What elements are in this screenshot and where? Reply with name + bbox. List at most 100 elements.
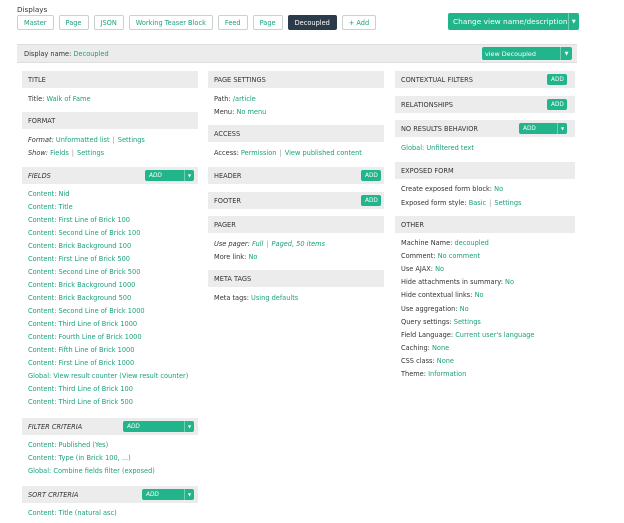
- field-item[interactable]: Content: First Line of Brick 1000: [28, 359, 134, 367]
- other-setting-value[interactable]: No: [435, 265, 444, 273]
- filter-item[interactable]: Global: Combine fields filter (exposed): [28, 467, 155, 475]
- filter-item[interactable]: Content: Published (Yes): [28, 441, 108, 449]
- other-setting-value[interactable]: Information: [428, 370, 466, 378]
- field-item[interactable]: Content: Brick Background 1000: [28, 281, 135, 289]
- chevron-down-icon[interactable]: ▼: [557, 123, 567, 134]
- chevron-down-icon[interactable]: ▼: [567, 13, 579, 30]
- contextual-filters-header: CONTEXTUAL FILTERS Add: [395, 71, 575, 88]
- sort-item[interactable]: Content: Title (natural asc): [28, 509, 117, 517]
- contextual-add-button[interactable]: Add: [547, 74, 567, 85]
- title-row: Title: Walk of Fame: [28, 95, 91, 103]
- chevron-down-icon[interactable]: ▼: [184, 489, 194, 500]
- exposed-style-value[interactable]: Basic: [469, 199, 486, 207]
- field-item[interactable]: Content: Second Line of Brick 100: [28, 229, 140, 237]
- page-settings-header: PAGE SETTINGS: [208, 71, 384, 88]
- field-item[interactable]: Content: First Line of Brick 100: [28, 216, 130, 224]
- tab-page[interactable]: Page: [58, 15, 89, 30]
- title-section-header: TITLE: [22, 71, 198, 88]
- other-setting-value[interactable]: No comment: [438, 252, 480, 260]
- tab-page-2[interactable]: Page: [252, 15, 283, 30]
- other-setting-label: Field Language:: [401, 330, 454, 339]
- fields-add-button[interactable]: Add ▼: [145, 170, 194, 181]
- tab-json[interactable]: JSON: [93, 15, 124, 30]
- display-name-value[interactable]: Decoupled: [73, 50, 108, 58]
- field-item[interactable]: Content: Brick Background 100: [28, 242, 131, 250]
- change-view-name-label: Change view name/description: [453, 17, 568, 26]
- field-item[interactable]: Content: Second Line of Brick 500: [28, 268, 140, 276]
- other-setting-row: Query settings: Settings: [401, 318, 481, 326]
- tab-decoupled[interactable]: Decoupled: [287, 15, 337, 30]
- exposed-block-value[interactable]: No: [494, 185, 503, 193]
- no-results-add-button[interactable]: Add ▼: [519, 123, 567, 134]
- format-value[interactable]: Unformatted list: [56, 136, 110, 144]
- other-setting-row: Field Language: Current user's language: [401, 331, 534, 339]
- access-value-link[interactable]: View published content: [285, 149, 362, 157]
- other-setting-row: Comment: No comment: [401, 252, 480, 260]
- field-item[interactable]: Content: Second Line of Brick 1000: [28, 307, 145, 315]
- other-setting-row: Hide contextual links: No: [401, 291, 484, 299]
- relationships-add-button[interactable]: Add: [547, 99, 567, 110]
- use-pager-value[interactable]: Full: [252, 240, 263, 248]
- no-results-header: NO RESULTS BEHAVIOR Add ▼: [395, 120, 575, 137]
- field-item[interactable]: Content: First Line of Brick 500: [28, 255, 130, 263]
- field-item[interactable]: Content: Fourth Line of Brick 1000: [28, 333, 142, 341]
- access-permission-link[interactable]: Permission: [241, 149, 277, 157]
- other-setting-value[interactable]: decoupled: [454, 239, 488, 247]
- filter-item[interactable]: Content: Type (in Brick 100, ...): [28, 454, 131, 462]
- tab-master[interactable]: Master: [17, 15, 54, 30]
- sort-add-button[interactable]: Add ▼: [142, 489, 194, 500]
- field-item[interactable]: Content: Nid: [28, 190, 70, 198]
- field-item[interactable]: Global: View result counter (View result…: [28, 372, 188, 380]
- filter-criteria-header: FILTER CRITERIA Add ▼: [22, 418, 198, 435]
- chevron-down-icon[interactable]: ▼: [184, 170, 194, 181]
- displays-label: Displays: [17, 5, 48, 14]
- use-pager-items[interactable]: Paged, 50 items: [272, 240, 325, 248]
- header-add-button[interactable]: Add: [361, 170, 381, 181]
- field-item[interactable]: Content: Third Line of Brick 500: [28, 398, 133, 406]
- other-setting-value[interactable]: Settings: [454, 318, 481, 326]
- field-item[interactable]: Content: Fifth Line of Brick 1000: [28, 346, 134, 354]
- other-setting-row: Hide attachments in summary: No: [401, 278, 514, 286]
- chevron-down-icon[interactable]: ▼: [184, 421, 194, 432]
- field-item[interactable]: Content: Brick Background 500: [28, 294, 131, 302]
- access-header: ACCESS: [208, 125, 384, 142]
- more-link-row: More link: No: [214, 253, 258, 261]
- header-section-header: HEADER Add: [208, 167, 384, 184]
- other-setting-value[interactable]: No: [475, 291, 484, 299]
- view-decoupled-button[interactable]: view Decoupled ▼: [482, 47, 572, 60]
- other-setting-label: Use aggregation:: [401, 304, 458, 313]
- meta-tags-value[interactable]: Using defaults: [251, 294, 298, 302]
- other-setting-value[interactable]: Current user's language: [455, 331, 534, 339]
- show-settings-link[interactable]: Settings: [77, 149, 104, 157]
- field-item[interactable]: Content: Title: [28, 203, 73, 211]
- other-setting-value[interactable]: None: [432, 344, 449, 352]
- format-row: Format: Unformatted list | Settings: [28, 136, 145, 144]
- path-value[interactable]: /article: [233, 95, 256, 103]
- other-setting-value[interactable]: No: [460, 305, 469, 313]
- footer-add-button[interactable]: Add: [361, 195, 381, 206]
- menu-value[interactable]: No menu: [236, 108, 266, 116]
- change-view-name-button[interactable]: Change view name/description ▼: [448, 13, 579, 30]
- other-setting-label: Machine Name:: [401, 239, 453, 247]
- chevron-down-icon[interactable]: ▼: [560, 47, 572, 60]
- no-results-item[interactable]: Global: Unfiltered text: [401, 144, 474, 152]
- tab-feed[interactable]: Feed: [217, 15, 248, 30]
- exposed-style-settings[interactable]: Settings: [494, 199, 521, 207]
- other-setting-value[interactable]: None: [437, 357, 454, 365]
- other-setting-label: Theme:: [401, 370, 426, 378]
- title-value[interactable]: Walk of Fame: [46, 95, 90, 103]
- tab-working-teaser-block[interactable]: Working Teaser Block: [128, 15, 213, 30]
- other-setting-row: Theme: Information: [401, 370, 466, 378]
- field-item[interactable]: Content: Third Line of Brick 1000: [28, 320, 137, 328]
- other-setting-row: CSS class: None: [401, 357, 454, 365]
- format-settings-link[interactable]: Settings: [118, 136, 145, 144]
- other-setting-row: Caching: None: [401, 344, 449, 352]
- other-setting-value[interactable]: No: [505, 278, 514, 286]
- filter-add-button[interactable]: Add ▼: [123, 421, 194, 432]
- field-item[interactable]: Content: Third Line of Brick 100: [28, 385, 133, 393]
- more-link-value[interactable]: No: [248, 253, 257, 261]
- other-setting-label: Use AJAX:: [401, 265, 434, 274]
- show-value[interactable]: Fields: [50, 149, 69, 157]
- add-display-button[interactable]: + Add: [341, 15, 377, 30]
- other-setting-label: Caching:: [401, 343, 430, 352]
